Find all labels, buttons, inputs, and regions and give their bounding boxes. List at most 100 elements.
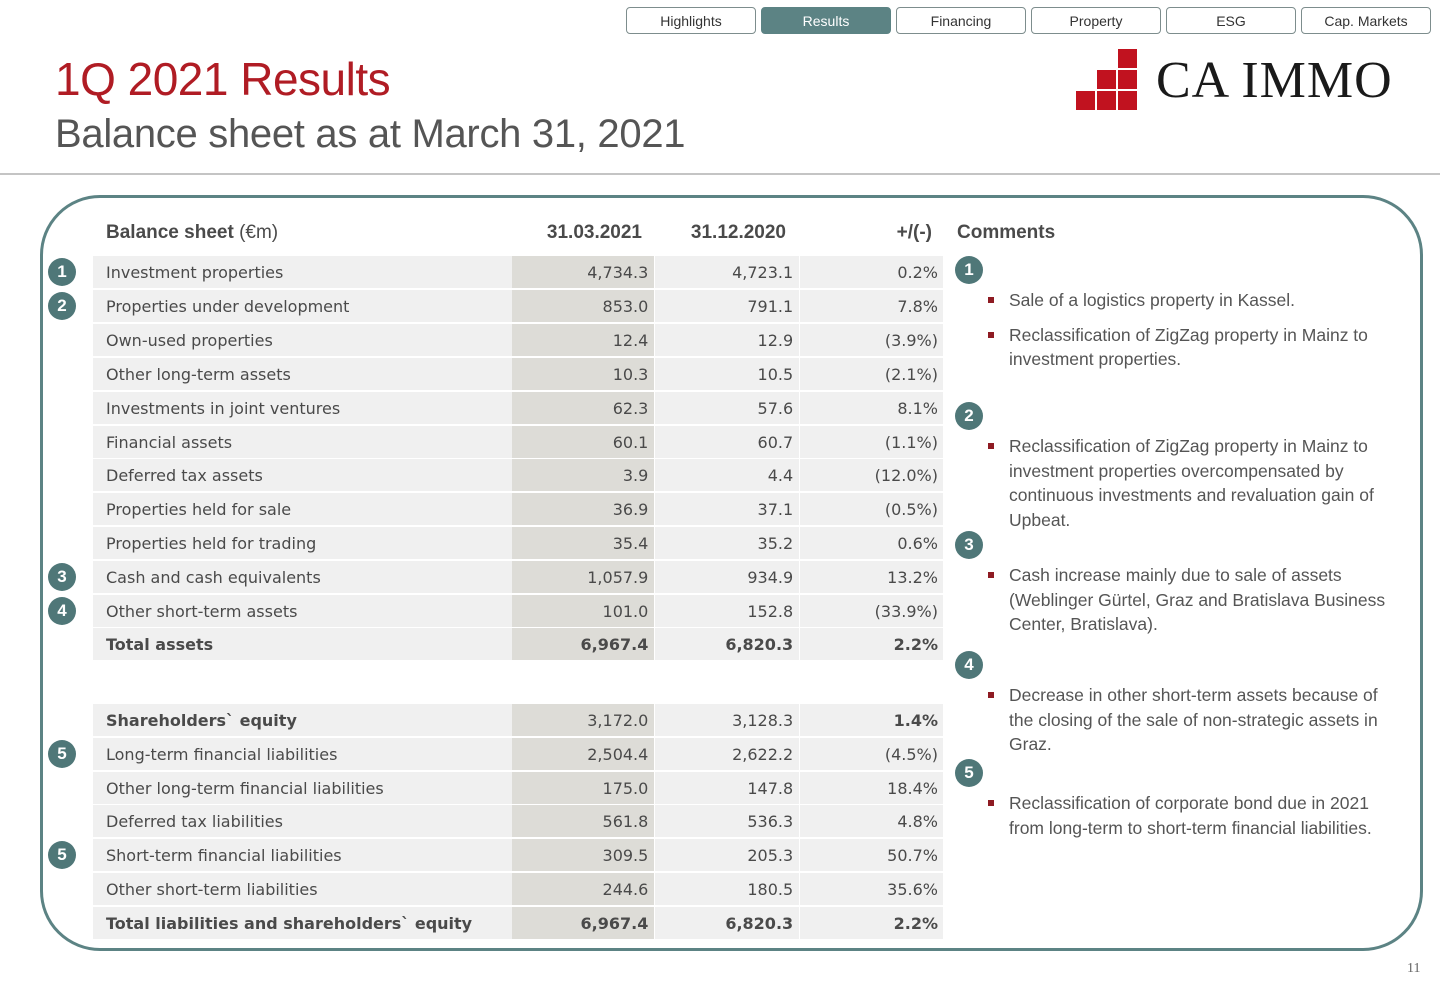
table-row: Total liabilities and shareholders` equi… [93,907,943,939]
tab-highlights[interactable]: Highlights [626,7,756,34]
tab-esg[interactable]: ESG [1166,7,1296,34]
comment-block-5: 5 Reclassification of corporate bond due … [955,759,1405,850]
note-marker-5: 5 [48,841,76,869]
value-change: 0.6% [800,527,943,559]
comment-item: Reclassification of corporate bond due i… [988,791,1405,840]
value-change: (0.5%) [800,493,943,525]
comment-item: Reclassification of ZigZag property in M… [988,323,1405,372]
table-row: Other long-term assets 10.3 10.5 (2.1%) [93,358,943,390]
company-logo: CA IMMO [1076,49,1393,111]
value-change: (12.0%) [800,459,943,491]
value-change: (2.1%) [800,358,943,390]
value-change: 4.8% [800,805,943,837]
value-31-03-2021: 1,057.9 [511,561,655,593]
value-change: (4.5%) [800,738,943,770]
value-31-03-2021: 3,172.0 [511,704,655,736]
comment-block-2: 2 Reclassification of ZigZag property in … [955,402,1405,542]
value-change: 7.8% [800,290,943,322]
row-label: Properties held for sale [93,493,512,525]
row-label: Deferred tax assets [93,459,512,491]
value-31-03-2021: 12.4 [511,324,655,356]
table-row: Properties held for trading 35.4 35.2 0.6% [93,527,943,559]
table-row: Deferred tax assets 3.9 4.4 (12.0%) [93,459,943,491]
note-marker-4: 4 [48,597,76,625]
value-31-12-2020: 10.5 [655,358,800,390]
row-label: Cash and cash equivalents [93,561,512,593]
note-marker-1: 1 [48,258,76,286]
column-header-31-12-2020: 31.12.2020 [690,222,786,243]
table-row: Deferred tax liabilities 561.8 536.3 4.8% [93,805,943,837]
value-change: 1.4% [800,704,943,736]
value-change: (3.9%) [800,324,943,356]
table-row: Investment properties 4,734.3 4,723.1 0.2% [93,256,943,288]
row-label: Total assets [93,628,512,660]
value-31-12-2020: 152.8 [655,595,800,627]
comment-item: Reclassification of ZigZag property in M… [988,434,1405,532]
table-row: Properties under development 853.0 791.1 7.… [93,290,943,322]
value-31-12-2020: 6,820.3 [655,907,800,939]
table-row: Other long-term financial liabilities 175… [93,772,943,804]
comment-list: Sale of a logistics property in Kassel. R… [988,288,1405,372]
tab-property[interactable]: Property [1031,7,1161,34]
value-31-12-2020: 6,820.3 [655,628,800,660]
value-31-12-2020: 4.4 [655,459,800,491]
value-31-03-2021: 10.3 [511,358,655,390]
page-title: 1Q 2021 Results [55,53,391,105]
table-row: Properties held for sale 36.9 37.1 (0.5%) [93,493,943,525]
table-title: Balance sheet [106,222,234,243]
value-31-03-2021: 62.3 [511,392,655,424]
value-change: 0.2% [800,256,943,288]
note-marker-3: 3 [955,531,983,559]
table-row: Investments in joint ventures 62.3 57.6 8.1… [93,392,943,424]
table-header-label: Balance sheet (€m) [106,222,278,246]
table-row: Other short-term assets 101.0 152.8 (33.9%) [93,595,943,627]
page-number: 11 [1407,961,1421,976]
tab-cap-markets[interactable]: Cap. Markets [1301,7,1431,34]
row-label: Total liabilities and shareholders` equi… [93,907,512,939]
section-nav: Highlights Results Financing Property ES… [626,7,1431,34]
row-label: Long-term financial liabilities [93,738,512,770]
row-label: Investments in joint ventures [93,392,512,424]
comment-block-3: 3 Cash increase mainly due to sale of ass… [955,531,1405,647]
value-31-03-2021: 175.0 [511,772,655,804]
table-row: Financial assets 60.1 60.7 (1.1%) [93,426,943,458]
page-subtitle: Balance sheet as at March 31, 2021 [55,112,686,156]
value-31-03-2021: 6,967.4 [511,628,655,660]
note-marker-5: 5 [955,759,983,787]
value-31-12-2020: 12.9 [655,324,800,356]
value-31-12-2020: 536.3 [655,805,800,837]
value-31-03-2021: 853.0 [511,290,655,322]
note-marker-5: 5 [48,740,76,768]
note-marker-2: 2 [48,292,76,320]
table-row: Shareholders` equity 3,172.0 3,128.3 1.4% [93,704,943,736]
value-31-12-2020: 35.2 [655,527,800,559]
value-change: 18.4% [800,772,943,804]
value-change: (1.1%) [800,426,943,458]
note-marker-1: 1 [955,256,983,284]
comment-list: Decrease in other short-term assets beca… [988,683,1405,757]
row-label: Short-term financial liabilities [93,839,512,871]
value-change: 2.2% [800,907,943,939]
value-31-12-2020: 791.1 [655,290,800,322]
column-header-change: +/(-) [896,222,932,243]
comment-block-1: 1 Sale of a logistics property in Kassel.… [955,256,1405,382]
value-change: 35.6% [800,873,943,905]
tab-results[interactable]: Results [761,7,891,34]
value-31-03-2021: 6,967.4 [511,907,655,939]
value-31-12-2020: 37.1 [655,493,800,525]
value-change: 50.7% [800,839,943,871]
header-divider [0,173,1440,175]
table-row: Cash and cash equivalents 1,057.9 934.9 13.… [93,561,943,593]
value-31-03-2021: 101.0 [511,595,655,627]
value-31-03-2021: 561.8 [511,805,655,837]
comment-block-4: 4 Decrease in other short-term assets bec… [955,651,1405,767]
value-31-12-2020: 205.3 [655,839,800,871]
value-31-03-2021: 3.9 [511,459,655,491]
tab-financing[interactable]: Financing [896,7,1026,34]
note-marker-4: 4 [955,651,983,679]
value-change: 2.2% [800,628,943,660]
row-label: Deferred tax liabilities [93,805,512,837]
comment-list: Reclassification of corporate bond due i… [988,791,1405,840]
value-31-03-2021: 309.5 [511,839,655,871]
value-31-03-2021: 35.4 [511,527,655,559]
